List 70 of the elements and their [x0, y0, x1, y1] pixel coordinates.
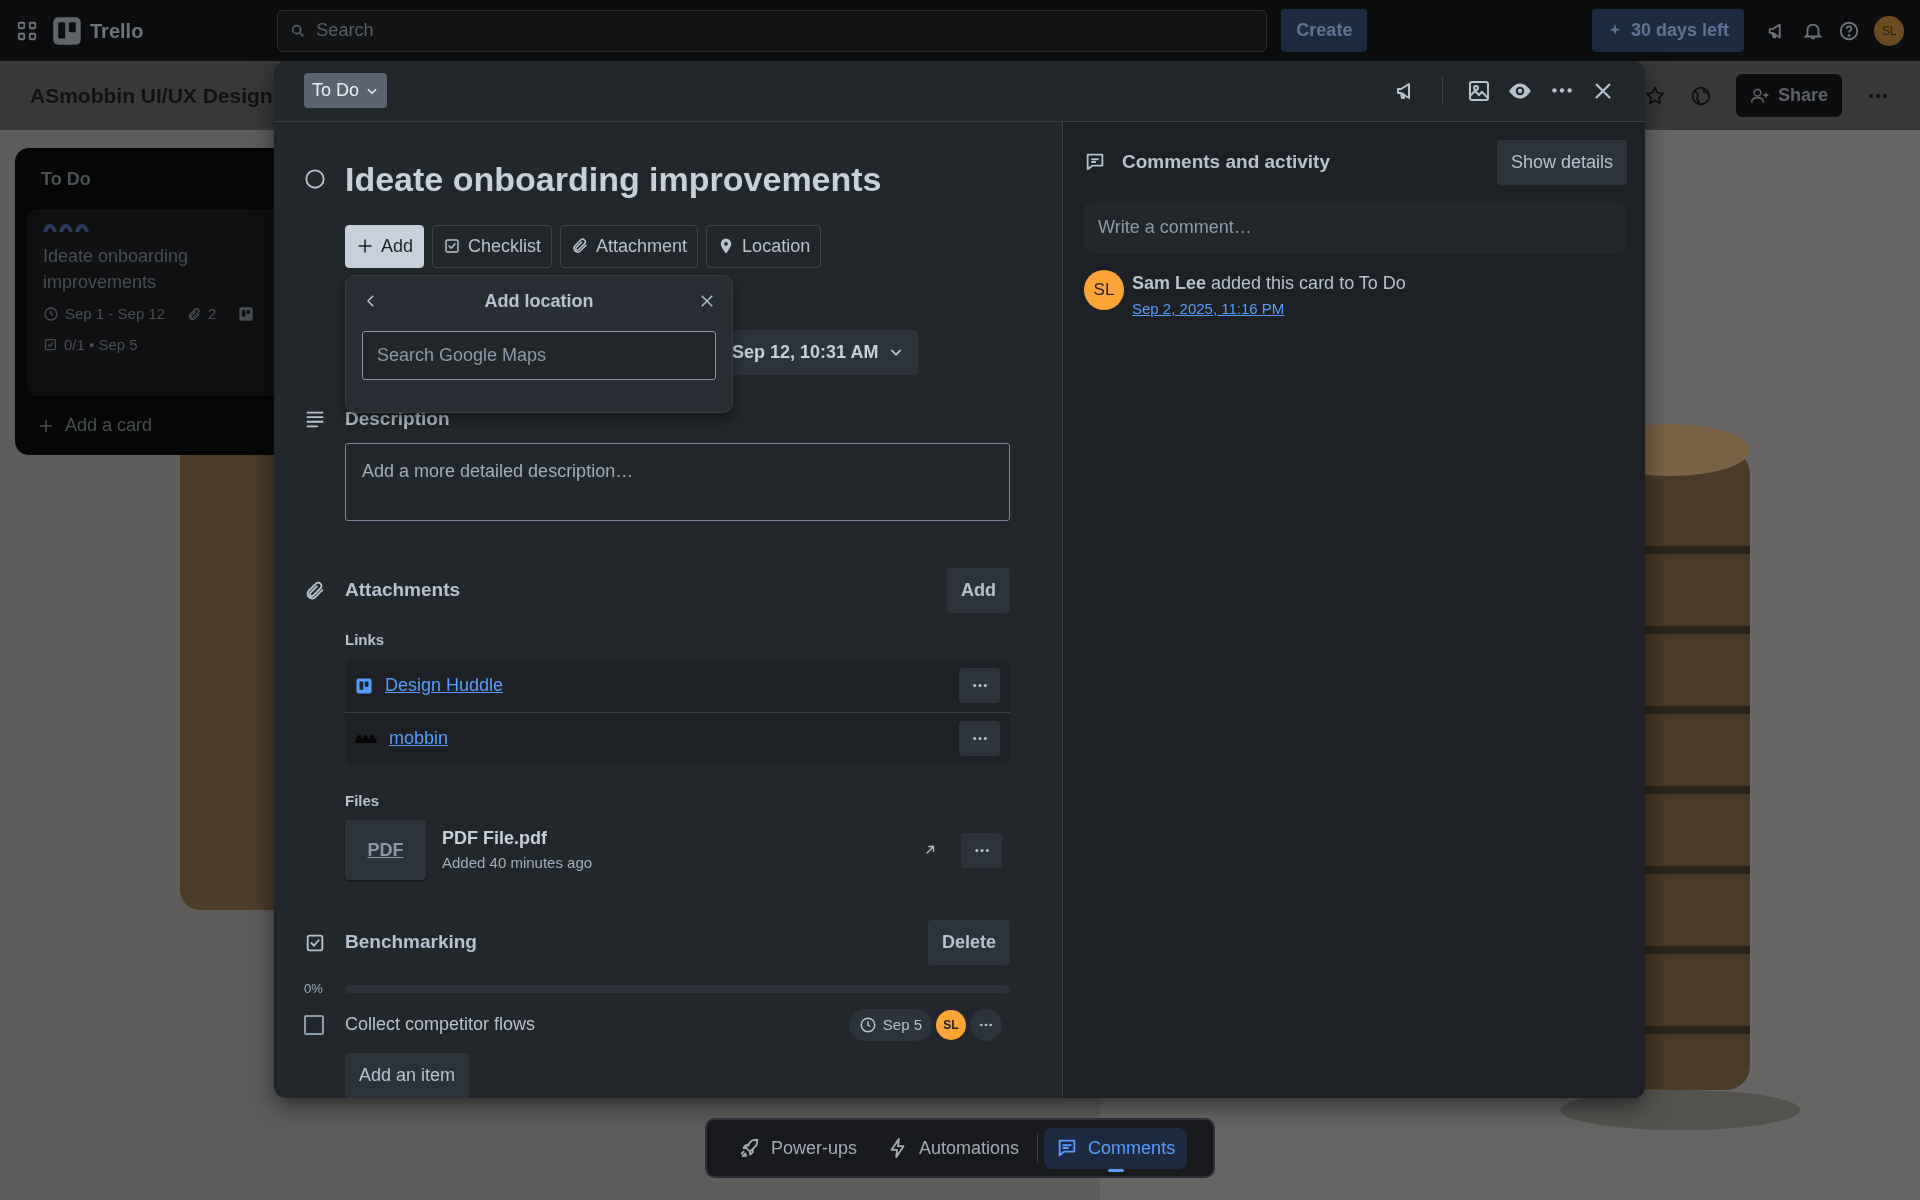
link[interactable]: Design Huddle [385, 672, 947, 699]
rocket-icon [739, 1137, 761, 1159]
due-date-button[interactable]: Sep 5 [848, 1008, 932, 1041]
toolbar-tab[interactable]: Power-ups [727, 1127, 870, 1169]
checkbox-icon [43, 337, 58, 353]
search-field[interactable]: Search [277, 9, 1268, 52]
clock-icon [858, 1015, 877, 1034]
paperclip-icon [304, 579, 326, 602]
checkbox-icon [443, 237, 462, 255]
comment-field[interactable]: Write a comment… [1084, 200, 1627, 254]
help-icon[interactable] [1838, 19, 1860, 42]
location-button[interactable]: Location [706, 224, 822, 268]
files-label: Files [345, 790, 381, 811]
board-logo-icon[interactable] [52, 15, 82, 46]
checklist-summary: 0/1 • Sep 5 [64, 334, 138, 355]
checklist-button[interactable]: Checklist [432, 224, 553, 268]
close-icon[interactable] [698, 292, 716, 310]
comment-icon [1084, 151, 1106, 173]
toolbar-tab[interactable]: Automations [875, 1127, 1032, 1169]
board-icon [355, 676, 373, 695]
checklist-title: Benchmarking [345, 930, 478, 955]
search-icon [290, 22, 307, 39]
add-attachment-button[interactable]: Add [947, 568, 1010, 613]
show-details-button[interactable]: Show details [1496, 139, 1627, 185]
progress-percent: 0% [304, 980, 323, 998]
checkbox[interactable] [304, 1014, 324, 1035]
file-added-time: Added 40 minutes ago [442, 853, 594, 874]
site-logo-icon [355, 733, 377, 743]
complete-circle-icon[interactable] [304, 168, 326, 190]
search-input[interactable]: Search [314, 16, 1255, 45]
image-icon[interactable] [1467, 78, 1491, 103]
attachment-button[interactable]: Attachment [560, 224, 699, 268]
delete-button[interactable]: Delete [927, 920, 1010, 965]
board-icon [238, 306, 255, 323]
description-field[interactable]: Add a more detailed description… [345, 443, 1010, 521]
more-icon [972, 847, 991, 853]
more-icon [978, 1022, 994, 1027]
paperclip-icon [187, 306, 203, 322]
apps-grid-icon[interactable] [16, 19, 38, 42]
card-dates: Sep 1 - Sep 12 [65, 304, 166, 324]
plus-icon [356, 237, 374, 255]
toolbar-tab[interactable]: Comments [1044, 1127, 1188, 1169]
search-field[interactable]: Search Google Maps [362, 330, 716, 380]
popover-title: Add location [484, 289, 594, 313]
list-dropdown[interactable]: To Do [304, 73, 388, 109]
section-heading: Attachments [345, 578, 462, 603]
checklist-item-text: Collect competitor flows [345, 1013, 537, 1037]
file-name: PDF File.pdf [442, 827, 548, 851]
file-thumbnail[interactable]: PDF [345, 820, 426, 880]
section-heading: Description [345, 406, 450, 431]
assignee-avatar[interactable]: SL [936, 1009, 966, 1040]
clock-icon [43, 306, 59, 323]
list-title: To Do [40, 168, 92, 191]
links-label: Links [345, 630, 386, 650]
activity-text: Sam Lee added this card to To Do [1132, 271, 1406, 295]
attachment-count: 2 [208, 304, 217, 324]
star-icon[interactable] [1643, 84, 1666, 107]
paperclip-icon [571, 237, 590, 255]
card-title: Ideate onboarding improvements [43, 245, 190, 294]
add-button[interactable]: Add [345, 224, 425, 268]
more-icon [970, 683, 989, 688]
card-title: Ideate onboarding improvements [345, 158, 882, 200]
link[interactable]: mobbin [389, 724, 947, 752]
section-heading: Comments and activity [1122, 149, 1331, 174]
app-name: Trello [90, 18, 144, 44]
add-item-button[interactable]: Add an item [345, 1053, 470, 1098]
more-icon [970, 735, 989, 741]
user-avatar: SL [1084, 269, 1124, 310]
more-icon[interactable] [1549, 87, 1575, 95]
activity-time-link[interactable]: Sep 2, 2025, 11:16 PM [1132, 299, 1285, 317]
